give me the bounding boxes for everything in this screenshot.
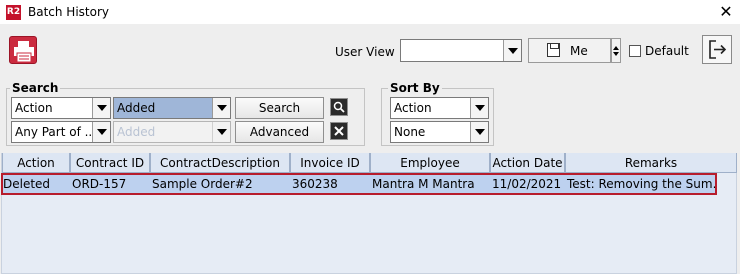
chevron-down-icon — [212, 122, 230, 142]
match-mode-value: Any Part of ... — [15, 125, 97, 139]
chevron-down-icon[interactable] — [470, 98, 488, 118]
search-value-input-disabled: Added — [113, 121, 231, 143]
column-header-employee[interactable]: Employee — [370, 153, 490, 173]
app-logo-icon: R2 — [6, 5, 21, 20]
window-title: Batch History — [28, 5, 109, 19]
default-checkbox[interactable] — [629, 45, 641, 57]
match-mode-select[interactable]: Any Part of ... — [11, 121, 111, 143]
search-button[interactable]: Search — [235, 97, 324, 119]
search-glyph — [331, 99, 347, 115]
sort-primary-value: Action — [394, 101, 432, 115]
sort-secondary-select[interactable]: None — [390, 121, 489, 143]
me-button[interactable]: Me — [528, 38, 611, 63]
default-label: Default — [645, 44, 689, 58]
chevron-down-icon[interactable] — [212, 98, 230, 118]
column-header-contract-id[interactable]: Contract ID — [70, 153, 150, 173]
search-value-text: Added — [117, 101, 156, 115]
exit-icon — [709, 40, 727, 59]
sort-secondary-value: None — [394, 125, 426, 139]
column-header-invoice-id[interactable]: Invoice ID — [290, 153, 370, 173]
column-header-action-date[interactable]: Action Date — [490, 153, 565, 173]
column-header-contract-description[interactable]: ContractDescription — [150, 153, 290, 173]
column-header-action[interactable]: Action — [2, 153, 70, 173]
close-icon[interactable]: ✕ — [716, 2, 736, 22]
chevron-down-icon[interactable] — [503, 40, 521, 61]
sort-group-title: Sort By — [388, 81, 442, 95]
row-highlight-box — [1, 173, 717, 195]
save-icon — [547, 43, 560, 57]
chevron-down-icon[interactable] — [92, 122, 110, 142]
me-label: Me — [570, 44, 588, 58]
search-value-select[interactable]: Added — [113, 97, 231, 119]
search-icon[interactable] — [330, 98, 348, 116]
search-field-value: Action — [15, 101, 53, 115]
chevron-down-icon[interactable] — [92, 98, 110, 118]
clear-glyph — [331, 123, 347, 139]
column-header-remarks[interactable]: Remarks — [565, 153, 737, 173]
advanced-button[interactable]: Advanced — [235, 121, 324, 143]
sort-primary-select[interactable]: Action — [390, 97, 489, 119]
chevron-down-icon[interactable] — [470, 122, 488, 142]
user-view-select[interactable] — [400, 39, 522, 62]
title-bar — [0, 0, 740, 24]
me-spinner-icon[interactable] — [611, 38, 621, 63]
printer-icon[interactable] — [9, 36, 37, 64]
clear-icon[interactable] — [330, 122, 348, 140]
search-value-placeholder: Added — [117, 125, 156, 139]
user-view-label: User View — [335, 45, 395, 59]
search-field-select[interactable]: Action — [11, 97, 111, 119]
search-group-title: Search — [10, 81, 61, 95]
exit-button[interactable] — [702, 35, 732, 64]
printer-glyph — [14, 41, 34, 63]
